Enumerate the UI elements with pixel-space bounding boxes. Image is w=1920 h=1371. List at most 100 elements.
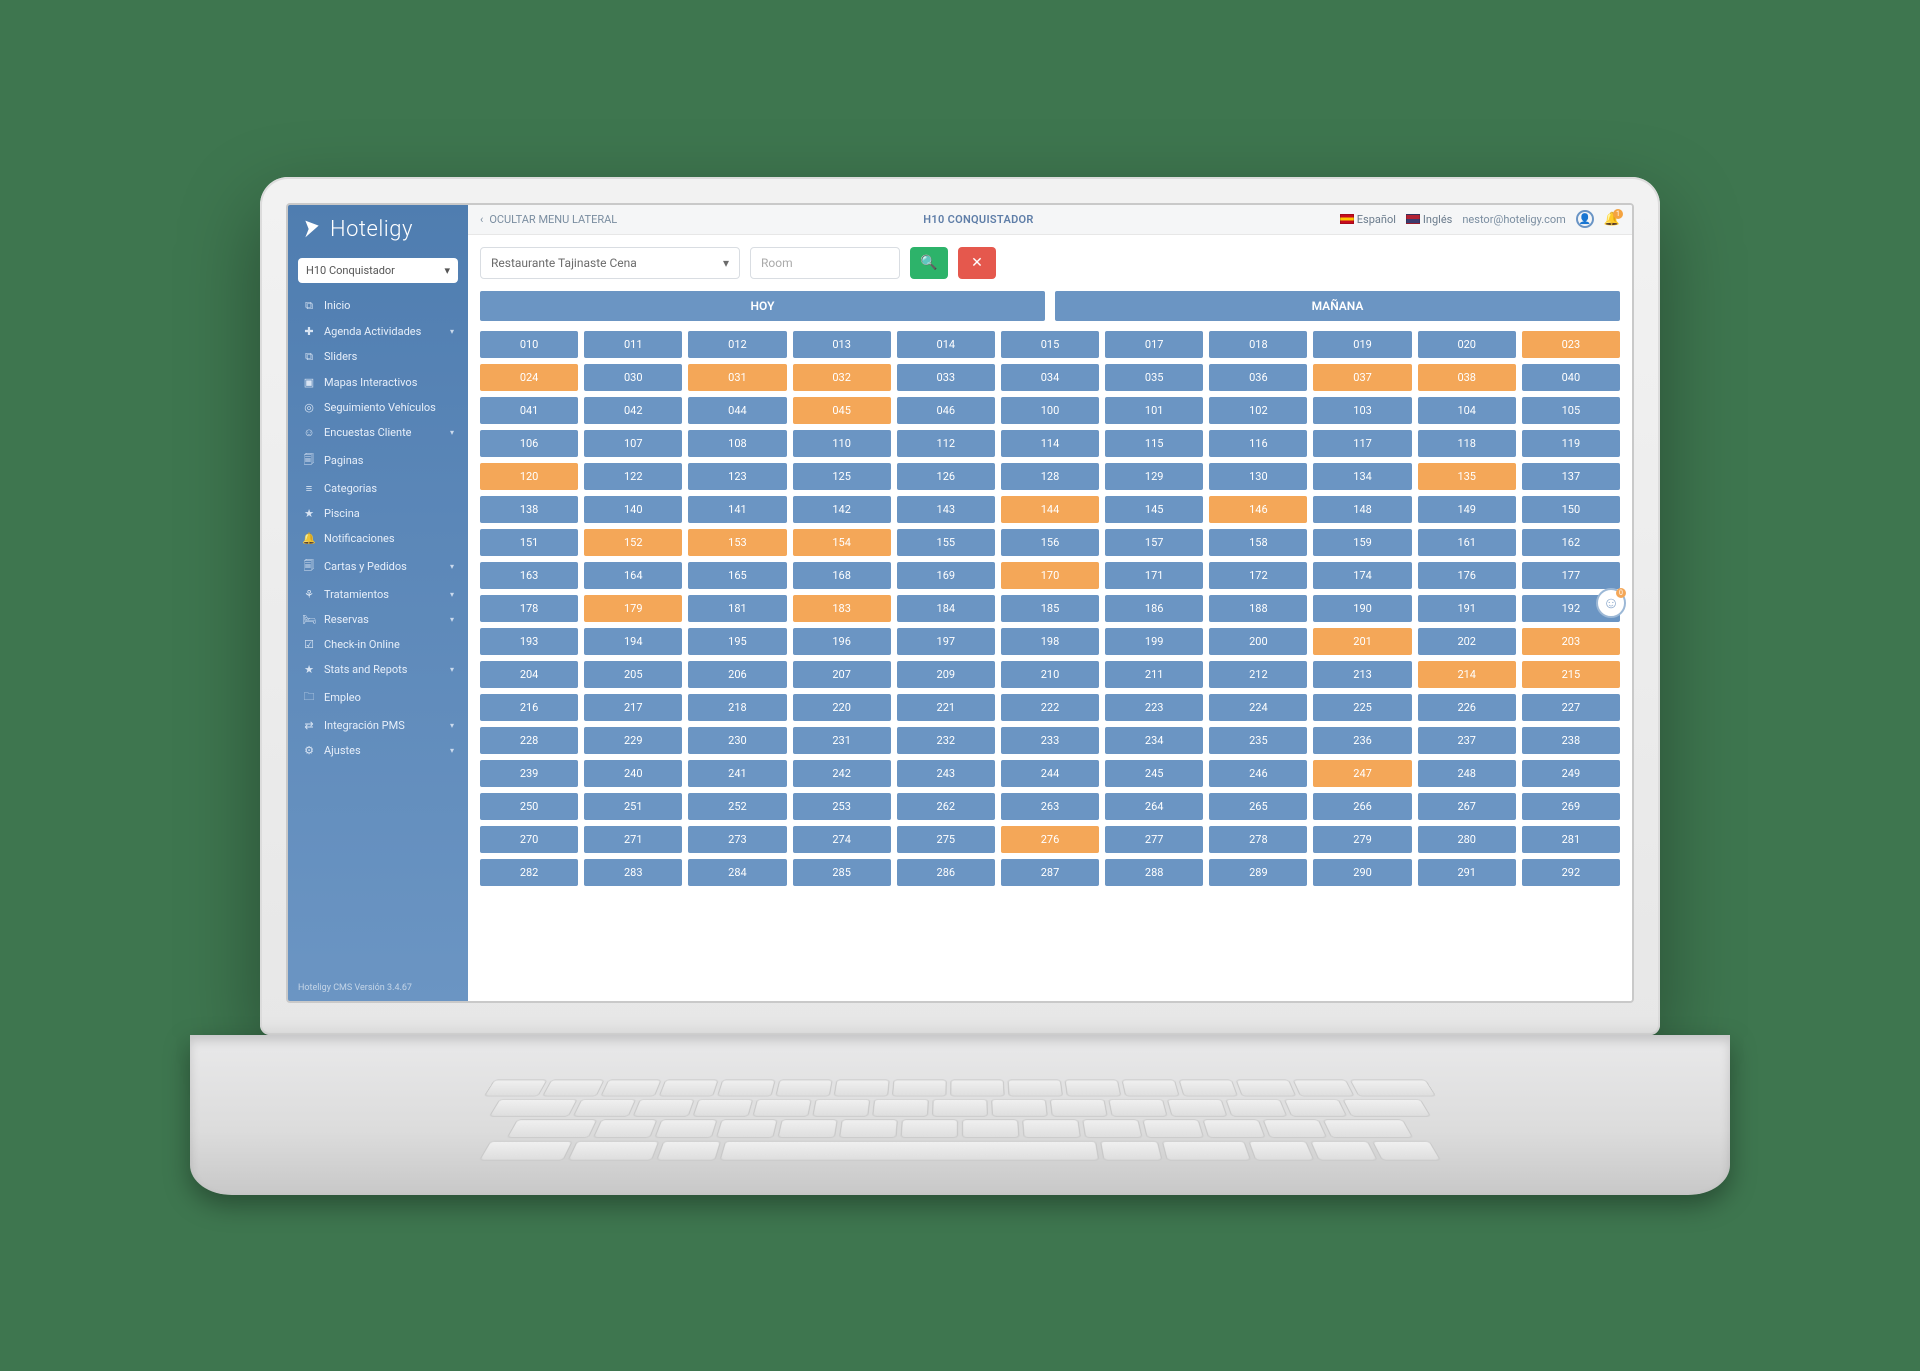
room-cell[interactable]: 142 [793,496,891,523]
room-cell[interactable]: 285 [793,859,891,886]
clear-button[interactable]: ✕ [958,247,996,279]
room-cell[interactable]: 227 [1522,694,1620,721]
room-cell[interactable]: 017 [1105,331,1203,358]
restaurant-select[interactable]: Restaurante Tajinaste Cena ▾ [480,247,740,279]
room-cell[interactable]: 209 [897,661,995,688]
room-cell[interactable]: 275 [897,826,995,853]
sidebar-item[interactable]: 🗐Paginas [294,445,462,476]
room-cell[interactable]: 148 [1313,496,1411,523]
room-cell[interactable]: 267 [1418,793,1516,820]
room-cell[interactable]: 224 [1209,694,1307,721]
sidebar-item[interactable]: ≡Categorias [294,476,462,501]
room-cell[interactable]: 126 [897,463,995,490]
room-cell[interactable]: 253 [793,793,891,820]
room-cell[interactable]: 271 [584,826,682,853]
room-input[interactable]: Room [750,247,900,279]
room-cell[interactable]: 223 [1105,694,1203,721]
room-cell[interactable]: 191 [1418,595,1516,622]
sidebar-item[interactable]: ⧉Sliders [294,344,462,370]
room-cell[interactable]: 115 [1105,430,1203,457]
room-cell[interactable]: 138 [480,496,578,523]
room-cell[interactable]: 110 [793,430,891,457]
room-cell[interactable]: 248 [1418,760,1516,787]
search-button[interactable]: 🔍 [910,247,948,279]
room-cell[interactable]: 103 [1313,397,1411,424]
room-cell[interactable]: 161 [1418,529,1516,556]
room-cell[interactable]: 264 [1105,793,1203,820]
room-cell[interactable]: 206 [688,661,786,688]
room-cell[interactable]: 170 [1001,562,1099,589]
room-cell[interactable]: 292 [1522,859,1620,886]
room-cell[interactable]: 112 [897,430,995,457]
room-cell[interactable]: 156 [1001,529,1099,556]
room-cell[interactable]: 046 [897,397,995,424]
room-cell[interactable]: 101 [1105,397,1203,424]
room-cell[interactable]: 102 [1209,397,1307,424]
room-cell[interactable]: 217 [584,694,682,721]
room-cell[interactable]: 034 [1001,364,1099,391]
room-cell[interactable]: 201 [1313,628,1411,655]
room-cell[interactable]: 195 [688,628,786,655]
room-cell[interactable]: 158 [1209,529,1307,556]
hotel-selector-dropdown[interactable]: H10 Conquistador ▾ [298,258,458,283]
room-cell[interactable]: 179 [584,595,682,622]
room-cell[interactable]: 207 [793,661,891,688]
room-cell[interactable]: 154 [793,529,891,556]
room-cell[interactable]: 266 [1313,793,1411,820]
room-cell[interactable]: 104 [1418,397,1516,424]
room-cell[interactable]: 030 [584,364,682,391]
room-cell[interactable]: 225 [1313,694,1411,721]
room-cell[interactable]: 106 [480,430,578,457]
room-cell[interactable]: 172 [1209,562,1307,589]
room-cell[interactable]: 249 [1522,760,1620,787]
room-cell[interactable]: 150 [1522,496,1620,523]
room-cell[interactable]: 164 [584,562,682,589]
room-cell[interactable]: 274 [793,826,891,853]
room-cell[interactable]: 186 [1105,595,1203,622]
sidebar-item[interactable]: 🔔Notificaciones [294,526,462,551]
room-cell[interactable]: 200 [1209,628,1307,655]
room-cell[interactable]: 020 [1418,331,1516,358]
room-cell[interactable]: 151 [480,529,578,556]
room-cell[interactable]: 214 [1418,661,1516,688]
sidebar-item[interactable]: 🛏Reservas▾ [294,607,462,632]
room-cell[interactable]: 247 [1313,760,1411,787]
sidebar-item[interactable]: ★Stats and Repots▾ [294,657,462,682]
room-cell[interactable]: 019 [1313,331,1411,358]
room-cell[interactable]: 286 [897,859,995,886]
room-cell[interactable]: 241 [688,760,786,787]
room-cell[interactable]: 011 [584,331,682,358]
room-cell[interactable]: 024 [480,364,578,391]
room-cell[interactable]: 221 [897,694,995,721]
room-cell[interactable]: 146 [1209,496,1307,523]
room-cell[interactable]: 119 [1522,430,1620,457]
room-cell[interactable]: 194 [584,628,682,655]
room-cell[interactable]: 220 [793,694,891,721]
room-cell[interactable]: 178 [480,595,578,622]
room-cell[interactable]: 044 [688,397,786,424]
room-cell[interactable]: 155 [897,529,995,556]
room-cell[interactable]: 202 [1418,628,1516,655]
sidebar-item[interactable]: ⚘Tratamientos▾ [294,582,462,607]
room-cell[interactable]: 228 [480,727,578,754]
room-cell[interactable]: 234 [1105,727,1203,754]
room-cell[interactable]: 284 [688,859,786,886]
room-cell[interactable]: 280 [1418,826,1516,853]
room-cell[interactable]: 013 [793,331,891,358]
room-cell[interactable]: 278 [1209,826,1307,853]
room-cell[interactable]: 203 [1522,628,1620,655]
room-cell[interactable]: 010 [480,331,578,358]
room-cell[interactable]: 288 [1105,859,1203,886]
sidebar-item[interactable]: ⚙Ajustes▾ [294,738,462,763]
room-cell[interactable]: 108 [688,430,786,457]
room-cell[interactable]: 240 [584,760,682,787]
room-cell[interactable]: 263 [1001,793,1099,820]
room-cell[interactable]: 218 [688,694,786,721]
room-cell[interactable]: 141 [688,496,786,523]
room-cell[interactable]: 042 [584,397,682,424]
sidebar-item[interactable]: ✚Agenda Actividades▾ [294,319,462,344]
room-cell[interactable]: 169 [897,562,995,589]
room-cell[interactable]: 174 [1313,562,1411,589]
room-cell[interactable]: 252 [688,793,786,820]
room-cell[interactable]: 185 [1001,595,1099,622]
